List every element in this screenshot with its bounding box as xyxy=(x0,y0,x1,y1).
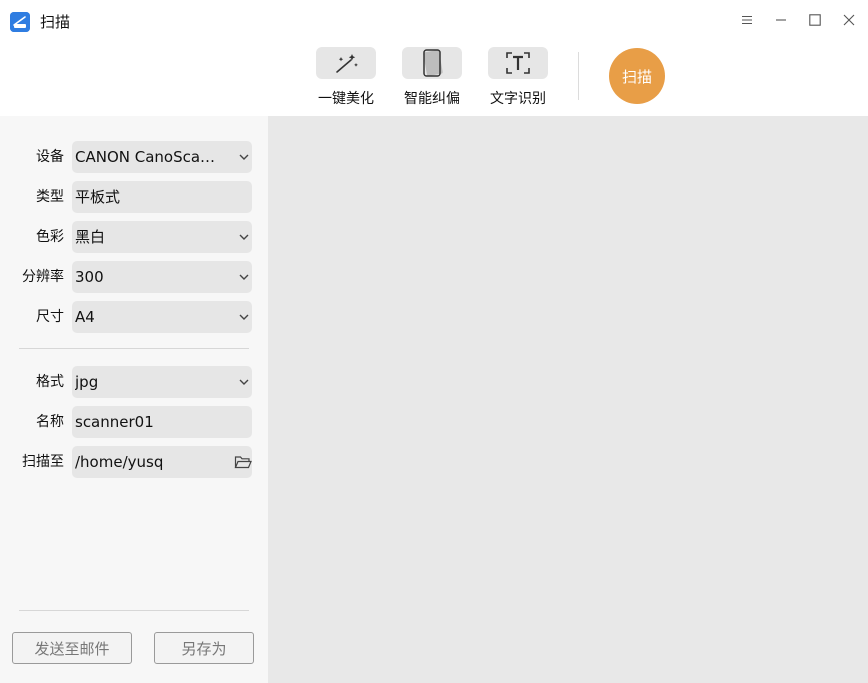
minimize-icon[interactable] xyxy=(770,9,792,31)
type-field: 平板式 xyxy=(72,181,252,213)
size-row: 尺寸 A4 xyxy=(0,301,268,333)
menu-icon[interactable] xyxy=(736,9,758,31)
ocr-button[interactable]: 文字识别 xyxy=(488,47,548,113)
maximize-icon[interactable] xyxy=(804,9,826,31)
color-label: 色彩 xyxy=(36,229,64,245)
type-label: 类型 xyxy=(36,189,64,205)
chevron-down-icon xyxy=(239,154,249,160)
send-email-button[interactable]: 发送至邮件 xyxy=(12,632,132,664)
scan-to-path[interactable]: /home/yusq xyxy=(72,446,252,478)
deskew-button[interactable]: 智能纠偏 xyxy=(402,47,462,113)
scan-preview-area xyxy=(268,116,868,683)
chevron-down-icon xyxy=(239,314,249,320)
name-row: 名称 scanner01 xyxy=(0,406,268,438)
device-row: 设备 CANON CanoSca… xyxy=(0,141,268,173)
actions-divider xyxy=(19,610,249,611)
scan-to-label: 扫描至 xyxy=(22,454,64,470)
format-value: jpg xyxy=(75,373,99,391)
toolbar: 一键美化 智能纠偏 文字识别 扫描 xyxy=(0,44,868,116)
size-label: 尺寸 xyxy=(36,309,64,325)
color-row: 色彩 黑白 xyxy=(0,221,268,253)
color-select[interactable]: 黑白 xyxy=(72,221,252,253)
size-value: A4 xyxy=(75,308,95,326)
toolbar-divider xyxy=(578,52,579,100)
deskew-icon xyxy=(402,47,462,79)
device-label: 设备 xyxy=(36,149,64,165)
size-select[interactable]: A4 xyxy=(72,301,252,333)
ocr-label: 文字识别 xyxy=(490,91,546,107)
device-value: CANON CanoSca… xyxy=(75,148,216,166)
name-value: scanner01 xyxy=(75,413,154,431)
format-label: 格式 xyxy=(36,374,64,390)
chevron-down-icon xyxy=(239,379,249,385)
resolution-row: 分辨率 300 xyxy=(0,261,268,293)
scanner-app-icon xyxy=(10,12,30,32)
beautify-button[interactable]: 一键美化 xyxy=(316,47,376,113)
settings-divider xyxy=(19,348,249,349)
window-title: 扫描 xyxy=(40,13,71,31)
scan-to-value: /home/yusq xyxy=(75,453,164,471)
device-select[interactable]: CANON CanoSca… xyxy=(72,141,252,173)
resolution-select[interactable]: 300 xyxy=(72,261,252,293)
beautify-label: 一键美化 xyxy=(318,91,374,107)
format-row: 格式 jpg xyxy=(0,366,268,398)
close-icon[interactable] xyxy=(838,9,860,31)
type-row: 类型 平板式 xyxy=(0,181,268,213)
deskew-label: 智能纠偏 xyxy=(404,91,460,107)
scan-to-row: 扫描至 /home/yusq xyxy=(0,446,268,478)
chevron-down-icon xyxy=(239,234,249,240)
format-select[interactable]: jpg xyxy=(72,366,252,398)
text-recognition-icon xyxy=(488,47,548,79)
folder-open-icon[interactable] xyxy=(234,454,252,470)
save-as-button[interactable]: 另存为 xyxy=(154,632,254,664)
chevron-down-icon xyxy=(239,274,249,280)
resolution-value: 300 xyxy=(75,268,104,286)
name-label: 名称 xyxy=(36,414,64,430)
name-input[interactable]: scanner01 xyxy=(72,406,252,438)
color-value: 黑白 xyxy=(75,228,106,246)
type-value: 平板式 xyxy=(75,188,121,206)
title-bar: 扫描 xyxy=(0,0,868,44)
scan-button[interactable]: 扫描 xyxy=(609,48,665,104)
settings-sidebar: 设备 CANON CanoSca… 类型 平板式 色彩 黑白 分辨率 300 尺… xyxy=(0,116,268,683)
magic-wand-icon xyxy=(316,47,376,79)
resolution-label: 分辨率 xyxy=(22,269,64,285)
